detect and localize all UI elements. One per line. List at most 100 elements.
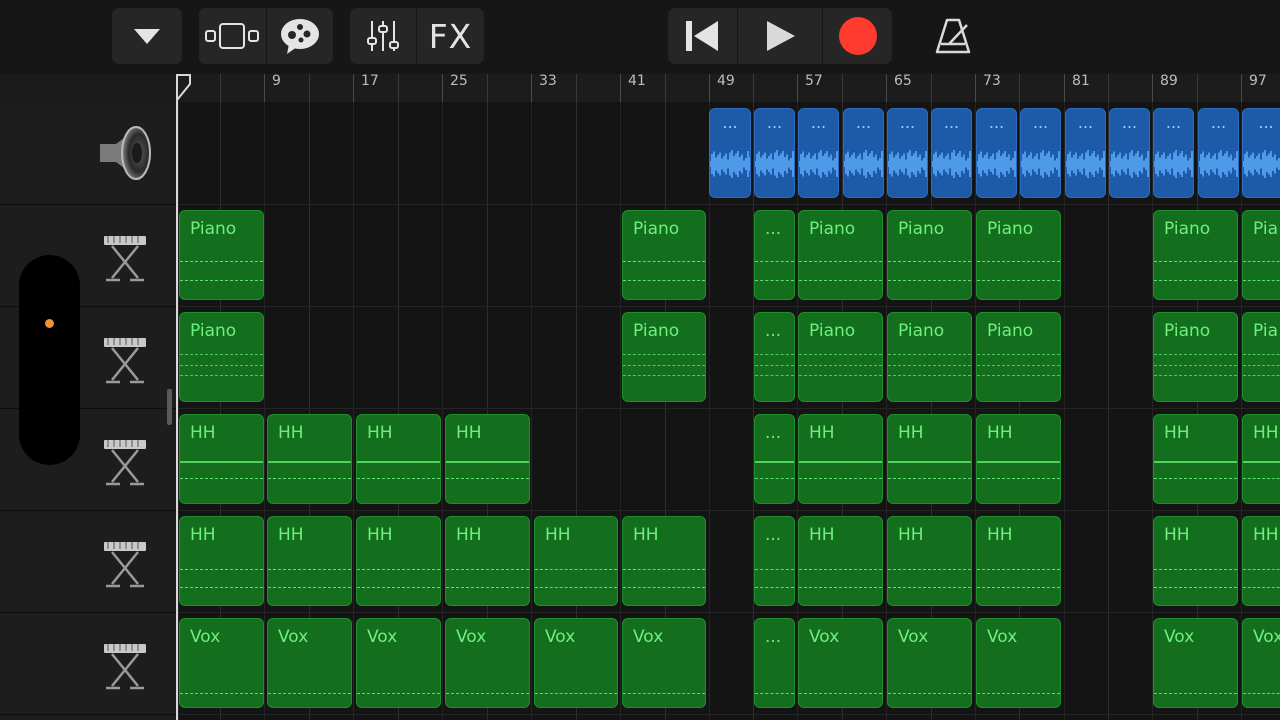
midi-region[interactable]: HH [798, 414, 883, 504]
midi-region[interactable]: ... [754, 312, 795, 402]
midi-region[interactable]: HH [1242, 414, 1280, 504]
midi-region[interactable]: Pia [1242, 312, 1280, 402]
waveform [1066, 150, 1105, 178]
midi-region[interactable]: HH [267, 516, 352, 606]
header-resize-handle[interactable] [167, 389, 172, 425]
waveform [844, 150, 883, 178]
loops-button[interactable] [267, 8, 333, 64]
midi-region[interactable]: Piano [976, 210, 1061, 300]
midi-region[interactable]: ... [754, 414, 795, 504]
note-pattern [446, 693, 529, 694]
audio-region[interactable]: ... [798, 108, 839, 198]
midi-region[interactable]: HH [445, 414, 530, 504]
midi-region[interactable]: Vox [356, 618, 441, 708]
midi-region[interactable]: HH [887, 414, 972, 504]
track-header-vox[interactable] [0, 612, 176, 715]
midi-region[interactable]: Piano [798, 210, 883, 300]
tracks-view-button[interactable] [199, 8, 265, 64]
metronome-button[interactable] [920, 8, 986, 64]
midi-region[interactable]: HH [445, 516, 530, 606]
track-header-hh-2[interactable] [0, 510, 176, 613]
browser-toggle-button[interactable] [112, 8, 182, 64]
region-label: ... [766, 113, 783, 132]
audio-region[interactable]: ... [1242, 108, 1280, 198]
midi-region[interactable]: HH [356, 516, 441, 606]
note-pattern [623, 261, 705, 262]
audio-region[interactable]: ... [887, 108, 928, 198]
midi-region[interactable]: Vox [622, 618, 706, 708]
audio-region[interactable]: ... [1020, 108, 1061, 198]
midi-region[interactable]: Piano [179, 210, 264, 300]
midi-region[interactable]: Vox [445, 618, 530, 708]
note-pattern [1243, 461, 1280, 463]
audio-region[interactable]: ... [754, 108, 795, 198]
waveform [755, 150, 794, 178]
midi-region[interactable]: HH [534, 516, 618, 606]
play-button[interactable] [738, 8, 822, 64]
note-pattern [357, 693, 440, 694]
midi-region[interactable]: Vox [1153, 618, 1238, 708]
midi-region[interactable]: HH [179, 414, 264, 504]
midi-region[interactable]: HH [798, 516, 883, 606]
midi-region[interactable]: Piano [887, 210, 972, 300]
midi-region[interactable]: HH [1153, 516, 1238, 606]
tracks-area[interactable]: ....................................... P… [178, 102, 1280, 720]
midi-region[interactable]: Vox [798, 618, 883, 708]
midi-region[interactable]: ... [754, 516, 795, 606]
midi-region[interactable]: Piano [976, 312, 1061, 402]
ruler-subtick [576, 74, 577, 102]
midi-region[interactable]: HH [1242, 516, 1280, 606]
midi-region[interactable]: Piano [798, 312, 883, 402]
midi-region[interactable]: HH [179, 516, 264, 606]
midi-region[interactable]: HH [1153, 414, 1238, 504]
midi-region[interactable]: ... [754, 210, 795, 300]
midi-region[interactable]: HH [267, 414, 352, 504]
midi-region[interactable]: HH [622, 516, 706, 606]
region-label: HH [809, 423, 835, 443]
midi-region[interactable]: Vox [267, 618, 352, 708]
audio-region[interactable]: ... [1153, 108, 1194, 198]
midi-region[interactable]: HH [356, 414, 441, 504]
midi-region[interactable]: Piano [622, 210, 706, 300]
audio-region[interactable]: ... [931, 108, 972, 198]
mixer-button[interactable] [350, 8, 416, 64]
midi-region[interactable]: Vox [976, 618, 1061, 708]
midi-region[interactable]: Vox [534, 618, 618, 708]
audio-region[interactable]: ... [976, 108, 1017, 198]
midi-region[interactable]: Piano [622, 312, 706, 402]
audio-region[interactable]: ... [1065, 108, 1106, 198]
midi-region[interactable]: Vox [1242, 618, 1280, 708]
track-header-audio[interactable] [0, 102, 176, 205]
record-button[interactable] [823, 8, 892, 64]
timeline-ruler[interactable]: 9 17 25 33 41 49 57 65 73 81 89 97 [176, 73, 1280, 103]
midi-region[interactable]: Pia [1242, 210, 1280, 300]
playhead[interactable] [176, 74, 178, 720]
ruler-tick [1064, 74, 1065, 102]
playhead-handle-icon[interactable] [176, 74, 192, 102]
midi-region[interactable]: Piano [1153, 210, 1238, 300]
waveform [932, 150, 971, 178]
audio-region[interactable]: ... [1109, 108, 1150, 198]
ruler-subtick [1019, 74, 1020, 102]
audio-region[interactable]: ... [843, 108, 884, 198]
midi-region[interactable]: HH [887, 516, 972, 606]
midi-region[interactable]: Piano [887, 312, 972, 402]
audio-region[interactable]: ... [709, 108, 751, 198]
track-scroll-slider[interactable] [19, 255, 80, 465]
midi-region[interactable]: HH [976, 414, 1061, 504]
rewind-button[interactable] [668, 8, 736, 64]
note-pattern [755, 693, 794, 694]
ruler-subtick [753, 74, 754, 102]
midi-region[interactable]: Piano [1153, 312, 1238, 402]
midi-region[interactable]: Vox [887, 618, 972, 708]
midi-region[interactable]: HH [976, 516, 1061, 606]
region-label: Piano [898, 219, 945, 239]
note-pattern [799, 261, 882, 262]
midi-region[interactable]: Piano [179, 312, 264, 402]
fx-button[interactable]: FX [417, 8, 484, 64]
bar-number: 97 [1249, 73, 1267, 89]
audio-region[interactable]: ... [1198, 108, 1239, 198]
midi-region[interactable]: ... [754, 618, 795, 708]
midi-region[interactable]: Vox [179, 618, 264, 708]
slider-position-dot[interactable] [45, 319, 54, 328]
